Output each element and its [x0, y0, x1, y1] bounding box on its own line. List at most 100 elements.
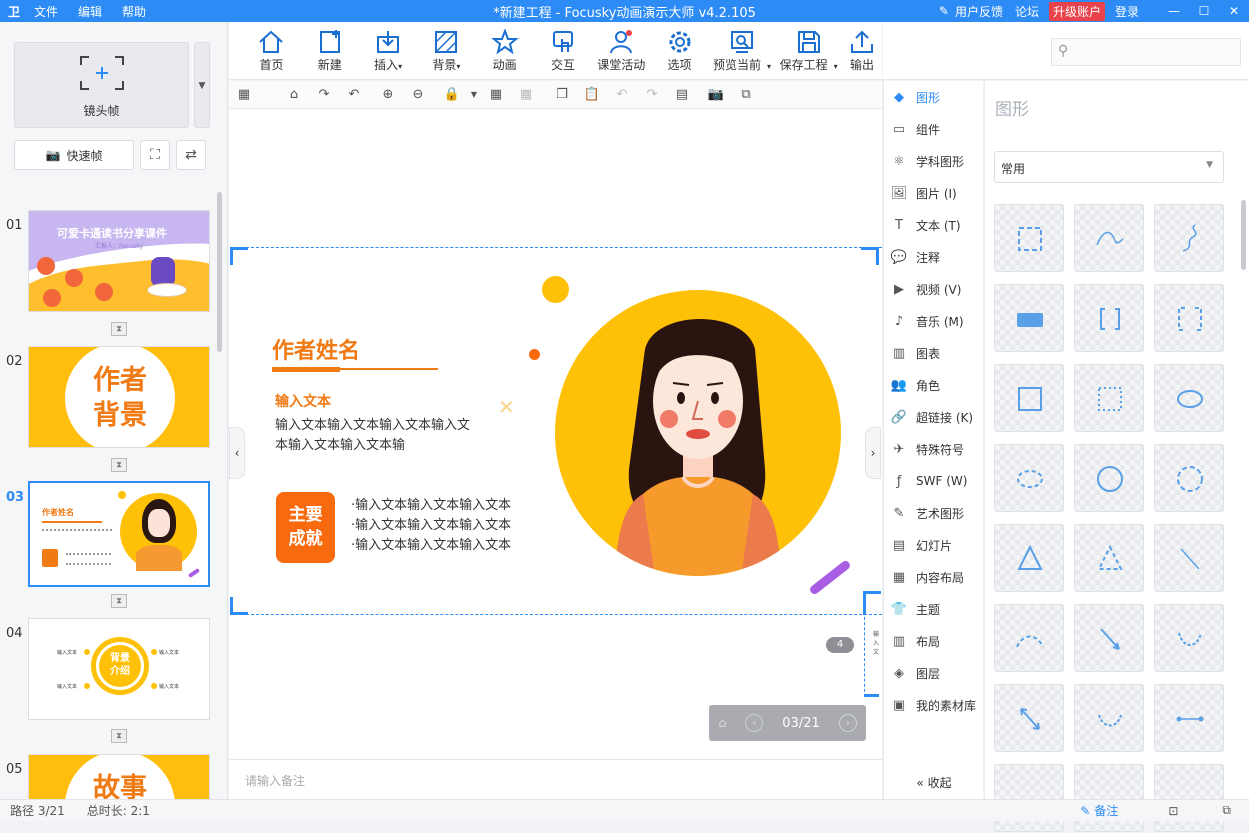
collapse-right-icon[interactable]: ›: [865, 427, 881, 479]
category-item[interactable]: T 文本 (T): [884, 209, 983, 241]
frame-corner-handle[interactable]: [861, 247, 879, 265]
slide-thumb-05[interactable]: 故事 梗概: [28, 754, 210, 799]
category-item[interactable]: ✈ 特殊符号: [884, 433, 983, 465]
zoom-out-icon[interactable]: ⊖: [403, 87, 433, 102]
frame-corner-handle[interactable]: [863, 591, 881, 615]
slide-thumb-02[interactable]: 作者 背景: [28, 346, 210, 448]
toolbar-animation-button[interactable]: 动画: [476, 22, 534, 79]
category-item[interactable]: 👕 主题: [884, 593, 983, 625]
notes-toggle[interactable]: 备注: [1094, 802, 1118, 819]
double-arrow-shape[interactable]: [994, 684, 1064, 752]
dot-line-shape[interactable]: [1154, 684, 1224, 752]
path-order-icon[interactable]: ⇄: [176, 140, 206, 170]
toolbar-options-button[interactable]: 选项: [650, 22, 708, 79]
scribble-shape[interactable]: [1154, 204, 1224, 272]
quick-frame-button[interactable]: 📷 快速帧: [14, 140, 134, 170]
category-item[interactable]: ƒ SWF (W): [884, 465, 983, 497]
frame-corner-handle[interactable]: [230, 597, 248, 615]
triangle-shape[interactable]: [994, 524, 1064, 592]
toolbar-export-button[interactable]: 输出: [842, 22, 882, 79]
toolbar-new-button[interactable]: 新建: [301, 22, 359, 79]
transition-icon[interactable]: ⧗: [111, 458, 127, 472]
forum-link[interactable]: 论坛: [1009, 3, 1045, 20]
circle-shape[interactable]: [1074, 444, 1144, 512]
dashed-bracket-shape[interactable]: [1154, 284, 1224, 352]
category-item[interactable]: 💬 注释: [884, 241, 983, 273]
collapse-button[interactable]: « 收起: [884, 774, 984, 791]
category-item[interactable]: ◈ 图层: [884, 657, 983, 689]
input-heading[interactable]: 输入文本: [275, 391, 331, 411]
toolbar-save-button[interactable]: 保存工程 ▾: [775, 22, 842, 79]
collapse-left-icon[interactable]: ‹: [229, 427, 245, 479]
home-icon[interactable]: ⌂: [718, 716, 726, 731]
transition-icon[interactable]: ⧗: [111, 594, 127, 608]
camera-frame-dropdown[interactable]: ▼: [194, 42, 210, 128]
category-item[interactable]: ▣ 我的素材库: [884, 689, 983, 721]
category-item[interactable]: ✎ 艺术图形: [884, 497, 983, 529]
maximize-icon[interactable]: ☐: [1189, 4, 1219, 18]
window-mode-icon[interactable]: ⧉: [1222, 803, 1231, 818]
category-item[interactable]: ▦ 内容布局: [884, 561, 983, 593]
dashed-ellipse-shape[interactable]: [994, 444, 1064, 512]
achievement-badge[interactable]: 主要 成就: [276, 492, 335, 563]
slide-thumb-04[interactable]: 背景 介绍 输入文本 输入文本 输入文本 输入文本: [28, 618, 210, 720]
slide-list-scrollbar[interactable]: [217, 192, 222, 352]
category-item[interactable]: ▥ 布局: [884, 625, 983, 657]
toolbar-class-activity-button[interactable]: 课堂活动: [592, 22, 650, 79]
curve-shape[interactable]: [1074, 204, 1144, 272]
category-item[interactable]: 👥 角色: [884, 369, 983, 401]
paste-icon[interactable]: 📋: [577, 87, 607, 102]
bracket-shape[interactable]: [1074, 284, 1144, 352]
notes-icon[interactable]: ✎: [1080, 804, 1090, 818]
close-icon[interactable]: ✕: [1219, 4, 1249, 18]
category-item[interactable]: 🖼 图片 (I): [884, 177, 983, 209]
copy-icon[interactable]: ❐: [547, 87, 577, 102]
transition-icon[interactable]: ⧗: [111, 729, 127, 743]
dashed-arc-shape[interactable]: [994, 604, 1064, 672]
girl-illustration[interactable]: [555, 289, 841, 577]
login-link[interactable]: 登录: [1109, 3, 1145, 20]
empty-shape[interactable]: [994, 764, 1064, 832]
transition-icon[interactable]: ⧗: [111, 322, 127, 336]
grid-settings-icon[interactable]: ▦: [511, 87, 541, 102]
empty-shape[interactable]: [1154, 764, 1224, 832]
dotted-square-shape[interactable]: [1074, 364, 1144, 432]
toolbar-background-button[interactable]: 背景▾: [417, 22, 475, 79]
arc-arrow-shape[interactable]: [1154, 604, 1224, 672]
category-item[interactable]: 🔗 超链接 (K): [884, 401, 983, 433]
arrow-shape[interactable]: [1074, 604, 1144, 672]
menu-file[interactable]: 文件: [24, 3, 68, 20]
window-icon[interactable]: ⧉: [731, 87, 761, 102]
upgrade-button[interactable]: 升级账户: [1048, 1, 1105, 21]
screenshot-icon[interactable]: 📷: [701, 87, 731, 102]
lock-icon[interactable]: 🔒: [437, 87, 467, 102]
slide-thumb-01[interactable]: 可爱卡通读书分享课件 汇报人：Focusky: [28, 210, 210, 312]
grid-icon[interactable]: ▦: [481, 87, 511, 102]
author-title[interactable]: 作者姓名: [272, 333, 360, 365]
double-arc-arrow-shape[interactable]: [1074, 684, 1144, 752]
category-item[interactable]: ♪ 音乐 (M): [884, 305, 983, 337]
ruler-icon[interactable]: ▦: [229, 87, 259, 102]
dashed-square-shape[interactable]: [994, 204, 1064, 272]
prev-page-icon[interactable]: ‹: [745, 714, 764, 732]
shape-panel-scrollbar[interactable]: [1241, 200, 1246, 270]
dashed-circle-shape[interactable]: [1154, 444, 1224, 512]
history-icon[interactable]: ▤: [667, 87, 697, 102]
menu-edit[interactable]: 编辑: [68, 3, 112, 20]
toolbar-home-button[interactable]: 首页: [242, 22, 300, 79]
filled-rect-shape[interactable]: [994, 284, 1064, 352]
redo-icon[interactable]: ↷: [309, 87, 339, 102]
search-input[interactable]: ⚲: [1051, 38, 1241, 66]
body-text[interactable]: 输入文本输入文本输入文本输入文 本输入文本输入文本输: [275, 416, 470, 456]
toolbar-insert-button[interactable]: 插入▾: [359, 22, 417, 79]
slide-thumb-03[interactable]: 作者姓名: [28, 481, 210, 587]
undo-rotate-icon[interactable]: ↶: [339, 87, 369, 102]
frame-corner-handle[interactable]: [230, 247, 248, 265]
category-item[interactable]: ◆ 图形: [884, 81, 983, 113]
category-item[interactable]: ▤ 幻灯片: [884, 529, 983, 561]
dashed-triangle-shape[interactable]: [1074, 524, 1144, 592]
camera-frame-button[interactable]: 镜头帧: [14, 42, 189, 128]
redo-disabled-icon[interactable]: ↷: [637, 87, 667, 102]
home-view-icon[interactable]: ⌂: [279, 87, 309, 102]
shape-category-select[interactable]: 常用 ▼: [994, 151, 1224, 183]
